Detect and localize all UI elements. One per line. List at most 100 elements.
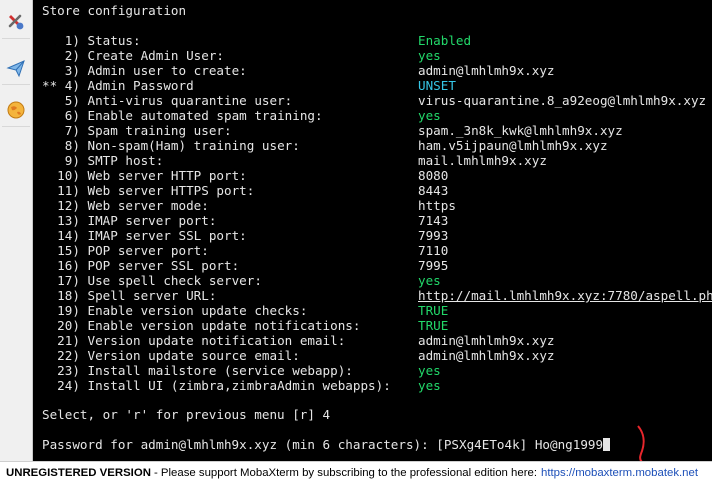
sidebar-send-button[interactable]	[2, 52, 30, 85]
menu-item: 11) Web server HTTPS port: 8443	[42, 183, 448, 198]
menu-item: 12) Web server mode: https	[42, 198, 456, 213]
menu-item-label: Install UI (zimbra,zimbraAdmin webapps):	[87, 378, 391, 393]
menu-item: 19) Enable version update checks: TRUE	[42, 303, 448, 318]
menu-item-value: 7110	[418, 243, 449, 258]
menu-item-label: Enable version update notifications:	[87, 318, 361, 333]
menu-item-prefix: **	[42, 78, 65, 93]
menu-item-label-wrap: 8) Non-spam(Ham) training user:	[42, 138, 418, 153]
menu-item-value: 7995	[418, 258, 449, 273]
menu-item-label: Non-spam(Ham) training user:	[87, 138, 300, 153]
menu-item-prefix	[42, 93, 65, 108]
menu-item-label-wrap: 21) Version update notification email:	[42, 333, 418, 348]
unregistered-label: UNREGISTERED VERSION	[6, 466, 151, 479]
select-prompt: Select, or 'r' for previous menu [r] 4	[42, 407, 331, 422]
menu-item-label: IMAP server port:	[87, 213, 217, 228]
terminal-window[interactable]: Store configuration 1) Status: Enabled 2)…	[33, 0, 712, 461]
menu-item-value: admin@lmhlmh9x.xyz	[418, 333, 555, 348]
menu-item: 18) Spell server URL: http://mail.lmhlmh9…	[42, 288, 712, 303]
menu-item-number: 7)	[64, 123, 80, 138]
menu-item-value: TRUE	[418, 318, 449, 333]
menu-item-prefix	[42, 153, 65, 168]
menu-item-label-wrap: 18) Spell server URL:	[42, 288, 418, 303]
menu-item: 2) Create Admin User: yes	[42, 48, 441, 63]
menu-item-number: 18)	[57, 288, 80, 303]
tools-icon	[8, 14, 24, 30]
menu-item-value: admin@lmhlmh9x.xyz	[418, 63, 555, 78]
menu-item-label: Version update source email:	[87, 348, 300, 363]
menu-item-prefix	[42, 183, 57, 198]
menu-item-label-wrap: 20) Enable version update notifications:	[42, 318, 418, 333]
menu-item-label-wrap: 19) Enable version update checks:	[42, 303, 418, 318]
menu-item-number: 13)	[57, 213, 80, 228]
menu-item-label-wrap: 5) Anti-virus quarantine user:	[42, 93, 418, 108]
menu-item: 16) POP server SSL port: 7995	[42, 258, 448, 273]
menu-item-value: 7143	[418, 213, 449, 228]
menu-item: 15) POP server port: 7110	[42, 243, 448, 258]
menu-item-label: Spam training user:	[87, 123, 232, 138]
menu-item-number: 22)	[57, 348, 80, 363]
menu-item-prefix	[42, 138, 65, 153]
sidebar	[0, 0, 33, 461]
menu-item-prefix	[42, 198, 57, 213]
menu-item-label-wrap: 13) IMAP server port:	[42, 213, 418, 228]
menu-item: 17) Use spell check server: yes	[42, 273, 441, 288]
menu-item-prefix	[42, 258, 57, 273]
menu-item-value: yes	[418, 108, 441, 123]
menu-item-number: 23)	[57, 363, 80, 378]
menu-item-label: Web server HTTPS port:	[87, 183, 255, 198]
menu-item-prefix	[42, 123, 65, 138]
menu-item-number: 21)	[57, 333, 80, 348]
menu-item: 14) IMAP server SSL port: 7993	[42, 228, 448, 243]
menu-item-number: 10)	[57, 168, 80, 183]
menu-item-prefix	[42, 378, 57, 393]
menu-item-value[interactable]: http://mail.lmhlmh9x.xyz:7780/aspell.php	[418, 288, 712, 303]
menu-item-prefix	[42, 243, 57, 258]
menu-item-number: 14)	[57, 228, 80, 243]
mobaxterm-link[interactable]: https://mobaxterm.mobatek.net	[541, 467, 698, 479]
menu-item-number: 16)	[57, 258, 80, 273]
menu-item-value: yes	[418, 378, 441, 393]
menu-item-label-wrap: 12) Web server mode:	[42, 198, 418, 213]
status-bar: UNREGISTERED VERSION - Please support Mo…	[0, 461, 712, 483]
menu-item-number: 2)	[64, 48, 80, 63]
sidebar-tools-button[interactable]	[2, 6, 30, 39]
menu-item-number: 19)	[57, 303, 80, 318]
menu-item-label-wrap: 24) Install UI (zimbra,zimbraAdmin webap…	[42, 378, 418, 393]
menu-item-value: yes	[418, 48, 441, 63]
menu-item-label: Admin Password	[87, 78, 194, 93]
menu-item-value: Enabled	[418, 33, 472, 48]
menu-item: 23) Install mailstore (service webapp): y…	[42, 363, 441, 378]
menu-item-label-wrap: 3) Admin user to create:	[42, 63, 418, 78]
support-message: - Please support MobaXterm by subscribin…	[153, 466, 537, 479]
menu-item-number: 15)	[57, 243, 80, 258]
menu-item-number: 3)	[64, 63, 80, 78]
menu-item-prefix	[42, 168, 57, 183]
menu-item-label-wrap: 7) Spam training user:	[42, 123, 418, 138]
menu-item-prefix	[42, 213, 57, 228]
menu-item-value: https	[418, 198, 456, 213]
menu-item-prefix	[42, 63, 65, 78]
menu-item-number: 5)	[64, 93, 80, 108]
menu-item-number: 8)	[64, 138, 80, 153]
menu-item-prefix	[42, 303, 57, 318]
menu-item: 13) IMAP server port: 7143	[42, 213, 448, 228]
menu-item-label: Enable automated spam training:	[87, 108, 323, 123]
menu-item-number: 4)	[64, 78, 80, 93]
menu-item-prefix	[42, 108, 65, 123]
menu-item-label-wrap: 1) Status:	[42, 33, 418, 48]
menu-item-prefix	[42, 363, 57, 378]
menu-item: 3) Admin user to create: admin@lmhlmh9x.x…	[42, 63, 555, 78]
menu-item-value: virus-quarantine.8_a92eog@lmhlmh9x.xyz	[418, 93, 707, 108]
menu-item-label: Install mailstore (service webapp):	[87, 363, 353, 378]
terminal-title: Store configuration	[42, 3, 187, 18]
menu-item-prefix	[42, 288, 57, 303]
menu-item-value: spam._3n8k_kwk@lmhlmh9x.xyz	[418, 123, 623, 138]
red-annotation-mark	[637, 425, 645, 461]
sidebar-globe-button[interactable]	[2, 94, 30, 127]
menu-item-label-wrap: 14) IMAP server SSL port:	[42, 228, 418, 243]
menu-item-number: 20)	[57, 318, 80, 333]
menu-item-value: mail.lmhlmh9x.xyz	[418, 153, 547, 168]
password-prompt-line[interactable]: Password for admin@lmhlmh9x.xyz (min 6 c…	[42, 437, 611, 452]
password-prompt: Password for admin@lmhlmh9x.xyz (min 6 c…	[42, 437, 604, 452]
menu-item-prefix	[42, 348, 57, 363]
